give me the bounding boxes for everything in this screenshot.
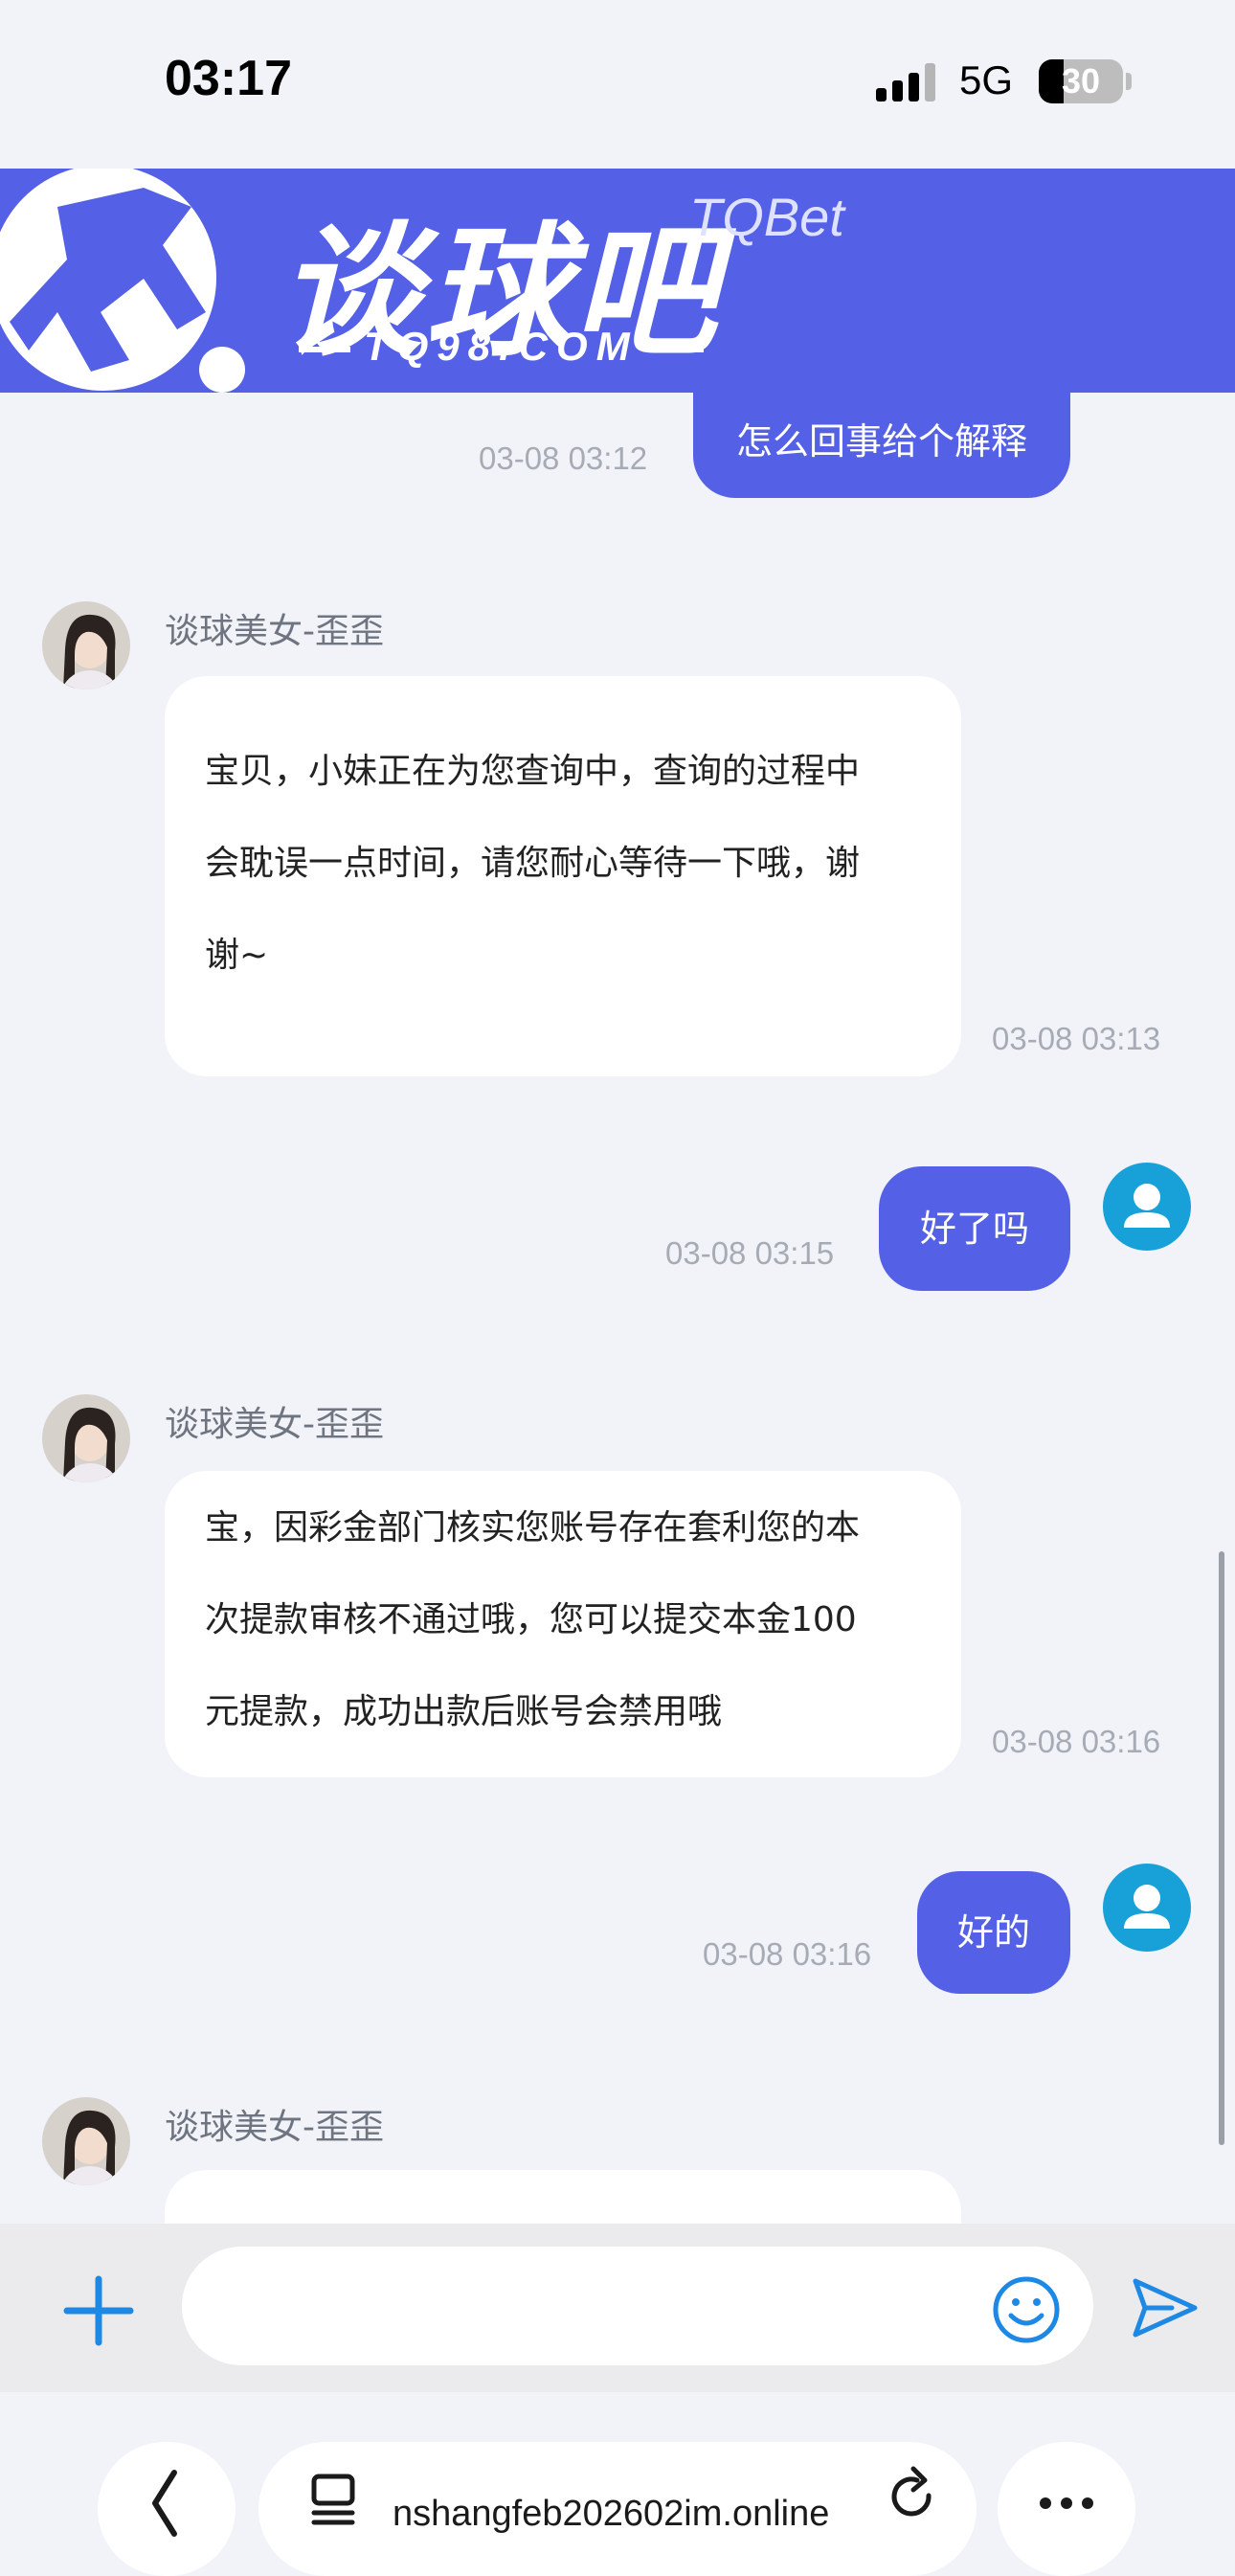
message-line: 谢~ [205,936,269,975]
site-banner: 谈球吧 TQBet TQ98.COM [0,169,1235,393]
brand-english: TQBet [689,187,844,247]
message-timestamp: 03-08 03:16 [703,1936,872,1972]
battery-percent: 30 [1061,61,1101,101]
agent-avatar [42,601,130,689]
agent-name: 谈球美女-歪歪 [165,1405,384,1444]
agent-avatar [42,2097,130,2185]
message-input-bar [0,2224,1235,2392]
status-bar: 03:17 5G 30 [0,0,1235,169]
brand-domain: TQ98.COM [285,324,717,370]
message-bubble-user[interactable]: 好了吗 [879,1166,1070,1291]
network-type: 5G [959,57,1014,102]
clock: 03:17 [165,51,292,106]
message-line: 次提款审核不通过哦，您可以提交本金100 [205,1600,857,1639]
message-bubble-user[interactable]: 怎么回事给个解释 [693,393,1070,498]
chevron-left-icon [152,2470,177,2537]
chat-scrollbar[interactable] [1219,1551,1224,2145]
url-text: nshangfeb202602im.online [393,2494,830,2534]
player-logo-icon [0,169,245,393]
message-timestamp: 03-08 03:13 [992,1021,1161,1056]
message-line: 宝，因彩金部门核实您账号存在套利您的本 [205,1508,861,1548]
agent-avatar-image [42,601,130,689]
message-line: 会耽误一点时间，请您耐心等待一下哦，谢 [205,844,861,883]
user-person-icon [1124,1885,1170,1929]
reload-icon[interactable] [881,2442,948,2547]
user-person-icon [1124,1184,1170,1228]
cellular-signal-icon [876,63,937,102]
user-avatar [1103,1163,1191,1251]
agent-avatar [42,1394,130,1482]
more-options-button[interactable] [998,2442,1135,2576]
message-bubble-agent[interactable]: 宝，因彩金部门核实您账号存在套利您的本 次提款审核不通过哦，您可以提交本金100… [165,1471,961,1777]
battery-icon: 30 [1039,59,1123,103]
more-dots-icon [1040,2497,1093,2509]
back-button[interactable] [98,2442,236,2576]
chat-messages[interactable]: 怎么回事给个解释 03-08 03:12 谈球美女-歪歪 宝贝，小妹正在为您查询… [0,393,1235,2224]
agent-avatar-image [42,2097,130,2185]
user-avatar [1103,1864,1191,1952]
message-timestamp: 03-08 03:15 [665,1235,835,1271]
tab-overview-icon [311,2474,355,2525]
add-attachment-icon[interactable] [59,2271,138,2350]
message-timestamp: 03-08 03:12 [479,441,648,476]
send-icon[interactable] [1128,2271,1201,2344]
message-bubble-agent[interactable]: 宝贝，小妹正在为您查询中，查询的过程中 会耽误一点时间，请您耐心等待一下哦，谢 … [165,676,961,1076]
agent-avatar-image [42,1394,130,1482]
battery-tip [1126,73,1132,90]
message-line: 元提款，成功出款后账号会禁用哦 [205,1692,723,1731]
agent-name: 谈球美女-歪歪 [165,612,384,651]
message-input[interactable] [182,2247,1093,2365]
agent-name: 谈球美女-歪歪 [165,2108,384,2147]
message-bubble-agent[interactable] [165,2170,961,2224]
message-bubble-user[interactable]: 好的 [917,1871,1070,1994]
emoji-icon[interactable] [990,2273,1063,2346]
message-timestamp: 03-08 03:16 [992,1724,1161,1759]
message-line: 宝贝，小妹正在为您查询中，查询的过程中 [205,752,861,791]
